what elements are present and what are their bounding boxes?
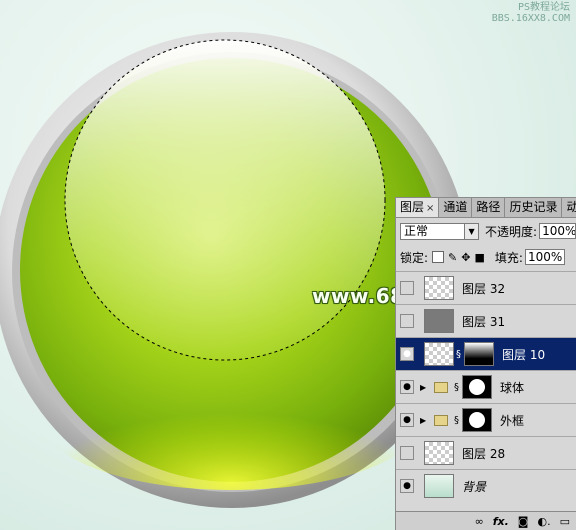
close-icon[interactable]: × [426,203,434,214]
layer-name: 图层 32 [462,281,506,296]
tab-history[interactable]: 历史记录 [505,198,563,217]
link-icon: § [454,414,459,426]
layers-panel: 图层 × 通道 路径 历史记录 动 正常 ▼ 不透明度: 100% 锁定: ✎ ✥… [395,197,576,530]
layer-group-frame[interactable]: ● ▶ § 外框 [396,403,576,436]
folder-icon [434,381,448,393]
gloss-highlight [65,40,385,360]
opacity-input[interactable]: 100% [539,223,576,239]
folder-icon [434,414,448,426]
panel-tabs: 图层 × 通道 路径 历史记录 动 [396,198,576,218]
layer-name: 图层 28 [462,446,506,461]
opacity-label: 不透明度: [485,224,538,239]
adjustment-icon[interactable]: ◐. [537,515,550,528]
fill-input[interactable]: 100% [524,249,565,265]
lock-all-icon[interactable]: ■ [474,251,484,264]
visibility-toggle[interactable] [400,314,414,328]
blend-opacity-row: 正常 ▼ 不透明度: 100% [400,221,576,241]
layer-list: 图层 32 图层 31 ● § 图层 10 ● ▶ § 球体 ● ▶ § 外框 … [396,271,576,502]
layer-row-28[interactable]: 图层 28 [396,436,576,469]
layer-thumbnail [424,309,454,333]
layer-name: 外框 [500,413,525,428]
layer-name: 背景 [462,479,487,494]
lock-transparent-icon[interactable] [432,251,445,263]
lock-label: 锁定: [400,250,429,265]
eye-icon[interactable]: ● [400,380,414,394]
layer-name: 球体 [500,380,525,395]
lock-brush-icon[interactable]: ✎ [448,251,457,264]
lock-fill-row: 锁定: ✎ ✥ ■ 填充: 100% [400,248,576,266]
layer-name: 图层 10 [502,347,546,362]
layer-name: 图层 31 [462,314,506,329]
layer-row-31[interactable]: 图层 31 [396,304,576,337]
mask-icon[interactable]: ◙ [518,515,529,528]
blend-mode-select[interactable]: 正常 ▼ [400,222,480,240]
chevron-down-icon: ▼ [464,223,479,239]
expand-triangle-icon[interactable]: ▶ [420,416,430,425]
layer-row-10[interactable]: ● § 图层 10 [396,337,576,370]
layer-thumbnail [424,441,454,465]
link-icon[interactable]: ∞ [475,515,484,528]
layer-thumbnail [424,276,454,300]
tab-channels[interactable]: 通道 [439,198,473,217]
watermark-top: PS教程论坛 BBS.16XX8.COM [491,2,570,24]
tab-paths[interactable]: 路径 [472,198,506,217]
layer-row-background[interactable]: ● 背景 [396,469,576,502]
visibility-toggle[interactable] [400,446,414,460]
fx-icon[interactable]: fx. [493,515,509,528]
layer-mask-thumbnail[interactable] [462,408,492,432]
link-icon: § [454,381,459,393]
expand-triangle-icon[interactable]: ▶ [420,383,430,392]
tab-layers[interactable]: 图层 × [396,198,440,217]
layer-mask-thumbnail[interactable] [464,342,494,366]
link-icon: § [456,348,461,360]
folder-icon[interactable]: ▭ [560,515,570,528]
eye-icon[interactable]: ● [400,479,414,493]
layer-thumbnail [424,342,454,366]
tab-actions[interactable]: 动 [562,198,576,217]
lock-move-icon[interactable]: ✥ [461,251,470,264]
visibility-toggle[interactable] [400,281,414,295]
layer-row-32[interactable]: 图层 32 [396,271,576,304]
layer-group-sphere[interactable]: ● ▶ § 球体 [396,370,576,403]
fill-label: 填充: [494,250,523,265]
panel-footer: ∞ fx. ◙ ◐. ▭ [396,511,576,530]
eye-icon[interactable]: ● [400,347,414,361]
layer-thumbnail [424,474,454,498]
layer-mask-thumbnail[interactable] [462,375,492,399]
eye-icon[interactable]: ● [400,413,414,427]
bottom-glow [42,350,422,490]
